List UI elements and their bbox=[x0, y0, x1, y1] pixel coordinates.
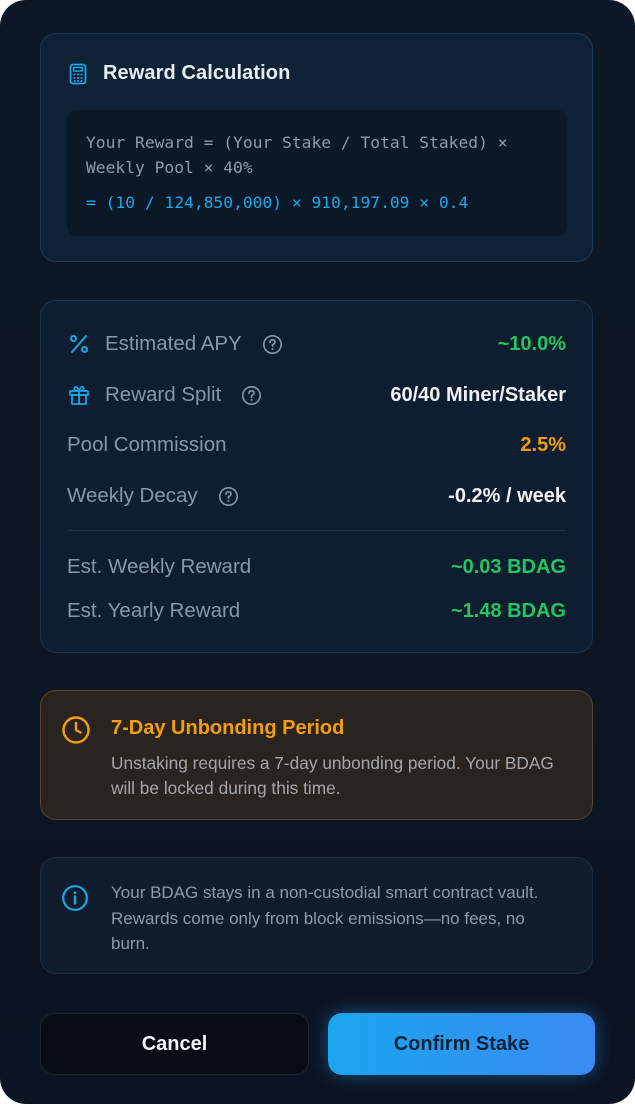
stat-row-apy: Estimated APY ~10.0% bbox=[67, 329, 566, 359]
stat-label-weekly-reward: Est. Weekly Reward bbox=[67, 555, 252, 578]
stat-label-pool-commission: Pool Commission bbox=[67, 433, 227, 456]
stat-label-weekly-decay: Weekly Decay bbox=[67, 484, 198, 507]
stat-value-weekly-reward: ~0.03 BDAG bbox=[450, 555, 566, 578]
help-icon[interactable] bbox=[218, 486, 239, 507]
stat-row-reward-split: Reward Split 60/40 Miner/Staker bbox=[67, 380, 566, 410]
stat-value-reward-split: 60/40 Miner/Staker bbox=[390, 383, 566, 406]
stat-value-apy: ~10.0% bbox=[497, 332, 566, 355]
help-icon[interactable] bbox=[262, 334, 283, 355]
stat-value-pool-commission: 2.5% bbox=[520, 433, 566, 456]
reward-calculation-card: Reward Calculation Your Reward = (Your S… bbox=[40, 33, 593, 262]
percent-icon bbox=[67, 332, 91, 356]
unbonding-warning-card: 7-Day Unbonding Period Unstaking require… bbox=[40, 690, 593, 820]
formula-text: Your Reward = (Your Stake / Total Staked… bbox=[86, 130, 549, 180]
stat-label-reward-split: Reward Split bbox=[105, 383, 222, 406]
reward-calculation-title: Reward Calculation bbox=[103, 62, 291, 84]
stat-value-weekly-decay: -0.2% / week bbox=[448, 484, 566, 507]
stats-divider bbox=[67, 530, 566, 531]
gift-icon bbox=[67, 383, 91, 407]
cancel-button[interactable]: Cancel bbox=[40, 1013, 309, 1075]
stat-row-weekly-reward: Est. Weekly Reward ~0.03 BDAG bbox=[67, 552, 566, 582]
formula-values: = (10 / 124,850,000) × 910,197.09 × 0.4 bbox=[86, 193, 469, 212]
calculator-icon bbox=[67, 63, 89, 85]
formula-line-1: Your Reward = (Your Stake / Total Staked… bbox=[86, 133, 508, 152]
unbonding-description: Unstaking requires a 7-day unbonding per… bbox=[111, 753, 554, 798]
staking-stats-card: Estimated APY ~10.0% Reward Split 60/40 … bbox=[40, 300, 593, 653]
stat-row-pool-commission: Pool Commission 2.5% bbox=[67, 430, 566, 460]
stat-row-weekly-decay: Weekly Decay -0.2% / week bbox=[67, 481, 566, 511]
confirm-stake-button[interactable]: Confirm Stake bbox=[328, 1013, 595, 1075]
help-icon[interactable] bbox=[241, 385, 262, 406]
stat-row-yearly-reward: Est. Yearly Reward ~1.48 BDAG bbox=[67, 596, 566, 626]
stake-confirmation-panel: Reward Calculation Your Reward = (Your S… bbox=[0, 0, 635, 1104]
vault-info-text: Your BDAG stays in a non-custodial smart… bbox=[111, 883, 539, 953]
info-icon bbox=[61, 884, 89, 912]
stat-label-yearly-reward: Est. Yearly Reward bbox=[67, 599, 241, 622]
formula-line-2: Weekly Pool × 40% bbox=[86, 158, 253, 177]
reward-calculation-header: Reward Calculation bbox=[67, 62, 290, 85]
vault-info-card: Your BDAG stays in a non-custodial smart… bbox=[40, 857, 593, 974]
stat-label-apy: Estimated APY bbox=[105, 332, 242, 355]
formula-box: Your Reward = (Your Stake / Total Staked… bbox=[67, 110, 567, 236]
clock-icon bbox=[61, 715, 91, 745]
stat-value-yearly-reward: ~1.48 BDAG bbox=[450, 599, 566, 622]
unbonding-title: 7-Day Unbonding Period bbox=[111, 717, 345, 739]
